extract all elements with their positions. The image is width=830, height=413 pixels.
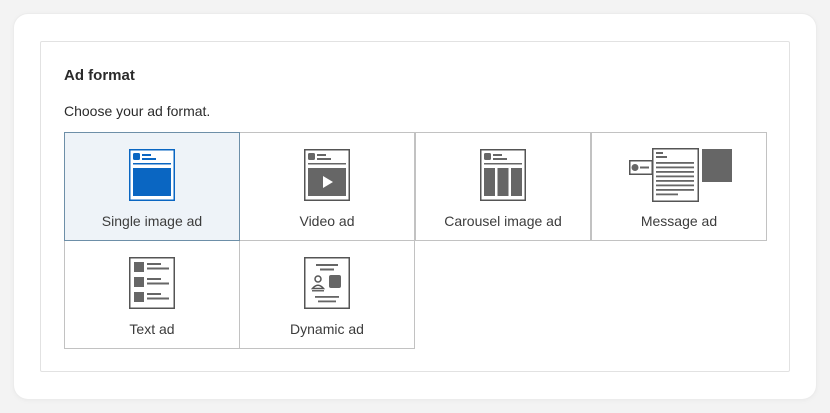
format-label: Carousel image ad bbox=[444, 213, 562, 229]
single-image-ad-icon bbox=[129, 149, 175, 201]
carousel-image-ad-icon bbox=[480, 149, 526, 201]
format-tile-dynamic-ad[interactable]: Dynamic ad bbox=[239, 240, 415, 349]
format-label: Dynamic ad bbox=[290, 321, 364, 337]
format-tile-video-ad[interactable]: Video ad bbox=[239, 132, 415, 241]
format-tile-carousel-image-ad[interactable]: Carousel image ad bbox=[415, 132, 591, 241]
section-title: Ad format bbox=[64, 67, 135, 84]
format-tile-text-ad[interactable]: Text ad bbox=[64, 240, 240, 349]
message-ad-icon bbox=[629, 148, 732, 202]
format-label: Message ad bbox=[640, 213, 718, 229]
section-subtitle: Choose your ad format. bbox=[64, 103, 211, 119]
format-tile-message-ad[interactable]: Message ad bbox=[591, 132, 767, 241]
format-label: Video ad bbox=[299, 213, 355, 229]
video-ad-icon bbox=[304, 149, 350, 201]
text-ad-icon bbox=[129, 257, 175, 309]
format-tile-single-image-ad[interactable]: Single image ad bbox=[64, 132, 240, 241]
dynamic-ad-icon bbox=[304, 257, 350, 309]
format-label: Text ad bbox=[129, 321, 175, 337]
ad-format-grid: Single image ad Video ad Carousel image … bbox=[64, 132, 768, 350]
format-label: Single image ad bbox=[101, 213, 203, 229]
